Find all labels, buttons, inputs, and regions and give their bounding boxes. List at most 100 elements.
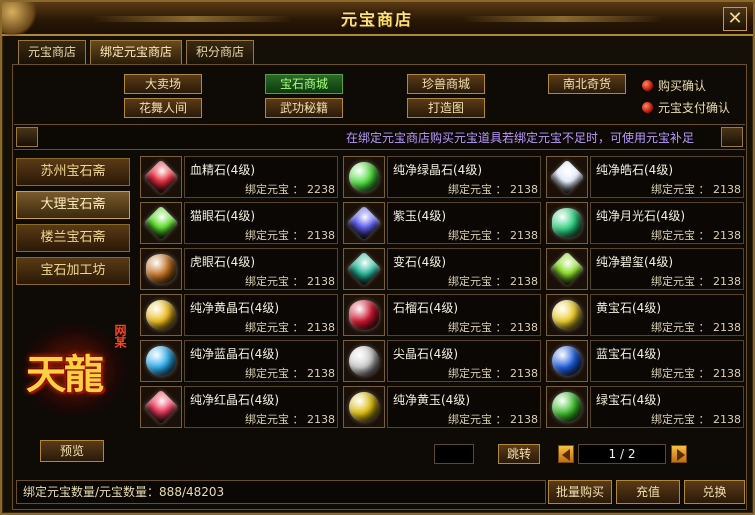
item-info: 黄宝石(4级) 绑定元宝 ： 2138	[590, 294, 744, 336]
shop-item[interactable]: 绿宝石(4级) 绑定元宝 ： 2138	[544, 385, 746, 429]
gem-icon[interactable]	[140, 156, 182, 198]
gem-icon[interactable]	[546, 294, 588, 336]
currency-label: 绑定元宝 ：	[245, 367, 304, 380]
shop-item[interactable]: 变石(4级) 绑定元宝 ： 2138	[341, 247, 543, 291]
category-auction-button[interactable]: 大卖场	[124, 74, 202, 94]
item-name: 纯净碧玺(4级)	[596, 255, 673, 269]
buy-confirm-option[interactable]: 购买确认	[642, 76, 706, 94]
category-blueprints-button[interactable]: 打造图	[407, 98, 485, 118]
page-jump-input[interactable]	[434, 444, 474, 464]
gem-shape	[146, 346, 176, 376]
currency-label: 绑定元宝 ：	[245, 275, 304, 288]
gem-shape	[143, 205, 179, 241]
shop-item[interactable]: 纯净皓石(4级) 绑定元宝 ： 2138	[544, 155, 746, 199]
gem-icon[interactable]	[343, 156, 385, 198]
gem-shape	[346, 251, 382, 287]
gem-icon[interactable]	[343, 386, 385, 428]
tab-yuanbao-shop[interactable]: 元宝商店	[18, 40, 87, 64]
arrow-right-icon	[677, 449, 685, 461]
preview-button[interactable]: 预览	[40, 440, 104, 462]
gem-icon[interactable]	[343, 294, 385, 336]
currency-label: 绑定元宝 ：	[651, 413, 710, 426]
gem-shape	[552, 300, 582, 330]
item-name: 纯净皓石(4级)	[596, 163, 673, 177]
shop-window: 元宝商店 ✕ 元宝商店 绑定元宝商店 积分商店 大卖场 宝石商城 珍兽商城 南北…	[0, 0, 755, 515]
price-value: 2138	[510, 413, 538, 426]
shop-item[interactable]: 纯净红晶石(4级) 绑定元宝 ： 2138	[138, 385, 340, 429]
item-name: 虎眼石(4级)	[190, 255, 255, 269]
bulk-buy-button[interactable]: 批量购买	[548, 480, 612, 504]
item-name: 血精石(4级)	[190, 163, 255, 177]
shop-item[interactable]: 虎眼石(4级) 绑定元宝 ： 2138	[138, 247, 340, 291]
item-info: 纯净绿晶石(4级) 绑定元宝 ： 2138	[387, 156, 541, 198]
shop-item[interactable]: 石榴石(4级) 绑定元宝 ： 2138	[341, 293, 543, 337]
shop-item[interactable]: 纯净碧玺(4级) 绑定元宝 ： 2138	[544, 247, 746, 291]
prev-page-button[interactable]	[558, 445, 574, 463]
title-ornament-right	[462, 16, 662, 22]
exchange-button[interactable]: 兑换	[684, 480, 745, 504]
category-pet-mall-button[interactable]: 珍兽商城	[407, 74, 485, 94]
page-jump-button[interactable]: 跳转	[498, 444, 540, 464]
shop-item[interactable]: 纯净黄晶石(4级) 绑定元宝 ： 2138	[138, 293, 340, 337]
store-suzhou-button[interactable]: 苏州宝石斋	[16, 158, 130, 186]
category-gem-mall-button[interactable]: 宝石商城	[265, 74, 343, 94]
gem-icon[interactable]	[343, 248, 385, 290]
title-bar[interactable]: 元宝商店 ✕	[2, 2, 753, 36]
store-loulan-button[interactable]: 楼兰宝石斋	[16, 224, 130, 252]
currency-label: 绑定元宝 ：	[448, 321, 507, 334]
gem-icon[interactable]	[546, 156, 588, 198]
shop-item[interactable]: 纯净黄玉(4级) 绑定元宝 ： 2138	[341, 385, 543, 429]
shop-item[interactable]: 黄宝石(4级) 绑定元宝 ： 2138	[544, 293, 746, 337]
logo-text: 天龍	[26, 351, 104, 398]
gem-icon[interactable]	[343, 202, 385, 244]
gem-icon[interactable]	[546, 202, 588, 244]
gem-icon[interactable]	[140, 294, 182, 336]
store-dali-button[interactable]: 大理宝石斋	[16, 191, 130, 219]
tab-bound-yuanbao-shop[interactable]: 绑定元宝商店	[90, 40, 183, 64]
item-name: 变石(4级)	[393, 255, 446, 269]
currency-label: 绑定元宝 ：	[245, 413, 304, 426]
gem-icon[interactable]	[140, 386, 182, 428]
shop-item[interactable]: 血精石(4级) 绑定元宝 ： 2238	[138, 155, 340, 199]
shop-item[interactable]: 纯净绿晶石(4级) 绑定元宝 ： 2138	[341, 155, 543, 199]
item-name: 纯净黄晶石(4级)	[190, 301, 279, 315]
shop-item[interactable]: 纯净蓝晶石(4级) 绑定元宝 ： 2138	[138, 339, 340, 383]
shop-item[interactable]: 蓝宝石(4级) 绑定元宝 ： 2138	[544, 339, 746, 383]
recharge-button[interactable]: 充值	[616, 480, 680, 504]
gem-icon[interactable]	[546, 248, 588, 290]
item-price: 绑定元宝 ： 2138	[245, 227, 335, 243]
item-price: 绑定元宝 ： 2138	[651, 227, 741, 243]
gem-icon[interactable]	[546, 386, 588, 428]
category-rare-goods-button[interactable]: 南北奇货	[548, 74, 626, 94]
item-price: 绑定元宝 ： 2138	[651, 181, 741, 197]
item-info: 纯净月光石(4级) 绑定元宝 ： 2138	[590, 202, 744, 244]
store-workshop-button[interactable]: 宝石加工坊	[16, 257, 130, 285]
logo-mark: 网某	[113, 324, 127, 348]
gem-shape	[349, 346, 379, 376]
item-name: 石榴石(4级)	[393, 301, 458, 315]
scroll-ornament-icon	[721, 127, 743, 147]
item-info: 纯净黄晶石(4级) 绑定元宝 ： 2138	[184, 294, 338, 336]
close-button[interactable]: ✕	[723, 7, 747, 31]
item-info: 石榴石(4级) 绑定元宝 ： 2138	[387, 294, 541, 336]
gem-icon[interactable]	[140, 340, 182, 382]
shop-item[interactable]: 尖晶石(4级) 绑定元宝 ： 2138	[341, 339, 543, 383]
category-martial-books-button[interactable]: 武功秘籍	[265, 98, 343, 118]
gem-icon[interactable]	[343, 340, 385, 382]
gem-shape	[552, 346, 582, 376]
pay-confirm-option[interactable]: 元宝支付确认	[642, 98, 730, 116]
item-price: 绑定元宝 ： 2138	[651, 411, 741, 427]
tab-points-shop[interactable]: 积分商店	[186, 40, 255, 64]
gem-icon[interactable]	[140, 248, 182, 290]
item-name: 绿宝石(4级)	[596, 393, 661, 407]
gem-icon[interactable]	[546, 340, 588, 382]
shop-item[interactable]: 纯净月光石(4级) 绑定元宝 ： 2138	[544, 201, 746, 245]
category-flowers-button[interactable]: 花舞人间	[124, 98, 202, 118]
item-name: 尖晶石(4级)	[393, 347, 458, 361]
next-page-button[interactable]	[671, 445, 687, 463]
price-value: 2138	[713, 367, 741, 380]
shop-item[interactable]: 紫玉(4级) 绑定元宝 ： 2138	[341, 201, 543, 245]
shop-item[interactable]: 猫眼石(4级) 绑定元宝 ： 2138	[138, 201, 340, 245]
item-name: 纯净红晶石(4级)	[190, 393, 279, 407]
gem-icon[interactable]	[140, 202, 182, 244]
